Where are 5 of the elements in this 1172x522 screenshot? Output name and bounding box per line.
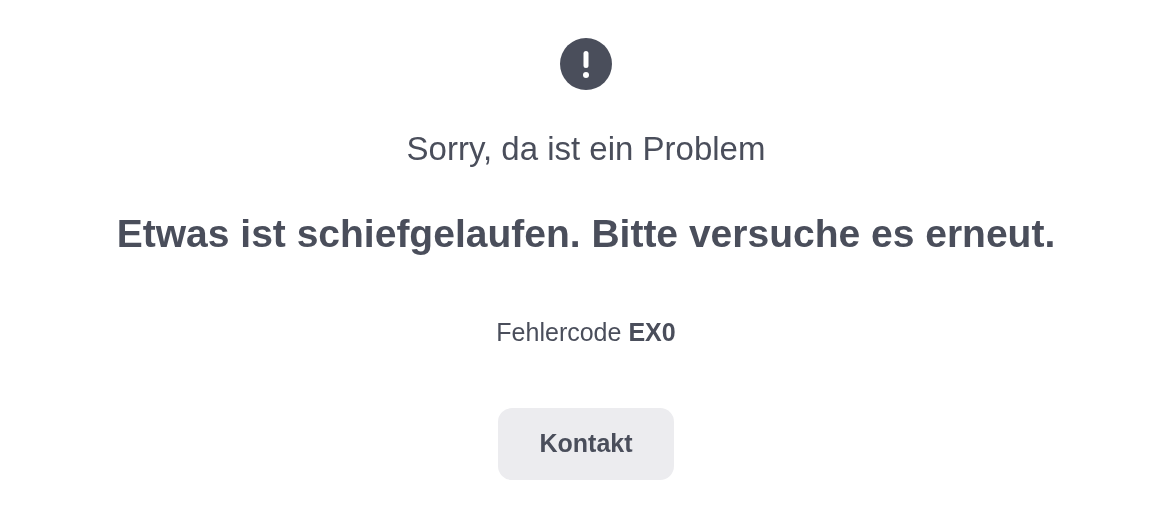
subtitle: Sorry, da ist ein Problem	[406, 129, 766, 169]
contact-button[interactable]: Kontakt	[498, 408, 674, 480]
error-code: Fehlercode EX0	[496, 317, 676, 348]
alert-icon	[560, 38, 612, 90]
heading: Etwas ist schiefgelaufen. Bitte versuche es erneut.	[116, 211, 1056, 257]
